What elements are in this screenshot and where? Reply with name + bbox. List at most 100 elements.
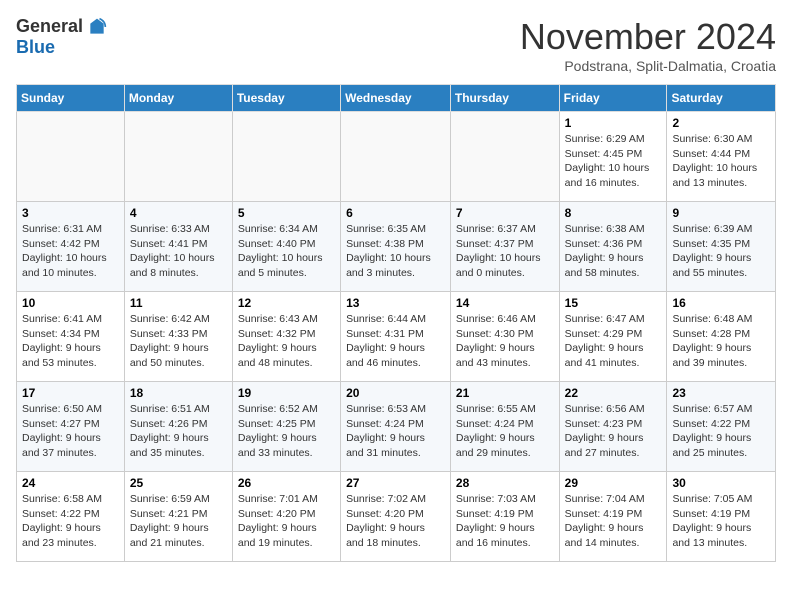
calendar-header-row: SundayMondayTuesdayWednesdayThursdayFrid… [17, 85, 776, 112]
day-number: 23 [672, 386, 770, 400]
calendar-week-row: 1 Sunrise: 6:29 AMSunset: 4:45 PMDaylight… [17, 112, 776, 202]
day-info: Sunrise: 6:47 AMSunset: 4:29 PMDaylight:… [565, 312, 662, 371]
day-number: 3 [22, 206, 119, 220]
calendar-header-friday: Friday [559, 85, 667, 112]
day-number: 20 [346, 386, 445, 400]
day-number: 21 [456, 386, 554, 400]
calendar-week-row: 17Sunrise: 6:50 AMSunset: 4:27 PMDayligh… [17, 382, 776, 472]
day-number: 18 [130, 386, 227, 400]
calendar-cell [17, 112, 125, 202]
day-number: 13 [346, 296, 445, 310]
day-number: 5 [238, 206, 335, 220]
day-info: Sunrise: 6:58 AMSunset: 4:22 PMDaylight:… [22, 492, 119, 551]
day-info: Sunrise: 6:57 AMSunset: 4:22 PMDaylight:… [672, 402, 770, 461]
day-info: Sunrise: 6:39 AMSunset: 4:35 PMDaylight:… [672, 222, 770, 281]
day-info: Sunrise: 6:51 AMSunset: 4:26 PMDaylight:… [130, 402, 227, 461]
calendar-week-row: 3 Sunrise: 6:31 AMSunset: 4:42 PMDaylight… [17, 202, 776, 292]
day-info: Sunrise: 6:37 AMSunset: 4:37 PMDaylight:… [456, 222, 554, 281]
calendar-cell: 7Sunrise: 6:37 AMSunset: 4:37 PMDaylight… [450, 202, 559, 292]
calendar-cell: 26Sunrise: 7:01 AMSunset: 4:20 PMDayligh… [232, 472, 340, 562]
calendar-week-row: 10Sunrise: 6:41 AMSunset: 4:34 PMDayligh… [17, 292, 776, 382]
day-info: Sunrise: 6:52 AMSunset: 4:25 PMDaylight:… [238, 402, 335, 461]
logo-blue-text: Blue [16, 37, 55, 57]
day-info: Sunrise: 6:35 AMSunset: 4:38 PMDaylight:… [346, 222, 445, 281]
calendar-cell: 8Sunrise: 6:38 AMSunset: 4:36 PMDaylight… [559, 202, 667, 292]
calendar-cell: 27 Sunrise: 7:02 AMSunset: 4:20 PMDayligh… [341, 472, 451, 562]
calendar-cell: 10Sunrise: 6:41 AMSunset: 4:34 PMDayligh… [17, 292, 125, 382]
day-info: Sunrise: 6:34 AMSunset: 4:40 PMDaylight:… [238, 222, 335, 281]
day-number: 2 [672, 116, 770, 130]
calendar-cell: 14Sunrise: 6:46 AMSunset: 4:30 PMDayligh… [450, 292, 559, 382]
calendar-cell: 9 Sunrise: 6:39 AMSunset: 4:35 PMDaylight… [667, 202, 776, 292]
location-subtitle: Podstrana, Split-Dalmatia, Croatia [520, 58, 776, 74]
calendar-cell [341, 112, 451, 202]
calendar-cell: 11 Sunrise: 6:42 AMSunset: 4:33 PMDayligh… [124, 292, 232, 382]
calendar-cell [232, 112, 340, 202]
calendar-cell: 30Sunrise: 7:05 AMSunset: 4:19 PMDayligh… [667, 472, 776, 562]
calendar-cell: 22Sunrise: 6:56 AMSunset: 4:23 PMDayligh… [559, 382, 667, 472]
day-number: 4 [130, 206, 227, 220]
logo: General Blue [16, 16, 107, 58]
day-number: 12 [238, 296, 335, 310]
day-info: Sunrise: 7:03 AMSunset: 4:19 PMDaylight:… [456, 492, 554, 551]
day-info: Sunrise: 7:02 AMSunset: 4:20 PMDaylight:… [346, 492, 445, 551]
day-number: 25 [130, 476, 227, 490]
day-number: 19 [238, 386, 335, 400]
day-info: Sunrise: 6:59 AMSunset: 4:21 PMDaylight:… [130, 492, 227, 551]
day-info: Sunrise: 6:53 AMSunset: 4:24 PMDaylight:… [346, 402, 445, 461]
calendar-cell: 25 Sunrise: 6:59 AMSunset: 4:21 PMDayligh… [124, 472, 232, 562]
calendar-cell: 19 Sunrise: 6:52 AMSunset: 4:25 PMDayligh… [232, 382, 340, 472]
calendar-cell: 23 Sunrise: 6:57 AMSunset: 4:22 PMDayligh… [667, 382, 776, 472]
page-header: General Blue November 2024 Podstrana, Sp… [16, 16, 776, 74]
day-info: Sunrise: 6:56 AMSunset: 4:23 PMDaylight:… [565, 402, 662, 461]
day-info: Sunrise: 6:43 AMSunset: 4:32 PMDaylight:… [238, 312, 335, 371]
day-number: 11 [130, 296, 227, 310]
calendar-cell: 21 Sunrise: 6:55 AMSunset: 4:24 PMDayligh… [450, 382, 559, 472]
day-info: Sunrise: 6:42 AMSunset: 4:33 PMDaylight:… [130, 312, 227, 371]
day-info: Sunrise: 6:38 AMSunset: 4:36 PMDaylight:… [565, 222, 662, 281]
day-number: 16 [672, 296, 770, 310]
day-number: 15 [565, 296, 662, 310]
calendar-cell: 16Sunrise: 6:48 AMSunset: 4:28 PMDayligh… [667, 292, 776, 382]
calendar-header-tuesday: Tuesday [232, 85, 340, 112]
calendar-cell: 5 Sunrise: 6:34 AMSunset: 4:40 PMDaylight… [232, 202, 340, 292]
calendar-header-sunday: Sunday [17, 85, 125, 112]
calendar-cell: 28Sunrise: 7:03 AMSunset: 4:19 PMDayligh… [450, 472, 559, 562]
day-number: 24 [22, 476, 119, 490]
calendar-header-monday: Monday [124, 85, 232, 112]
day-info: Sunrise: 6:44 AMSunset: 4:31 PMDaylight:… [346, 312, 445, 371]
day-info: Sunrise: 6:55 AMSunset: 4:24 PMDaylight:… [456, 402, 554, 461]
day-info: Sunrise: 6:31 AMSunset: 4:42 PMDaylight:… [22, 222, 119, 281]
calendar-header-wednesday: Wednesday [341, 85, 451, 112]
logo-general-text: General [16, 16, 83, 37]
calendar-cell: 29 Sunrise: 7:04 AMSunset: 4:19 PMDayligh… [559, 472, 667, 562]
day-info: Sunrise: 6:46 AMSunset: 4:30 PMDaylight:… [456, 312, 554, 371]
calendar-cell: 3 Sunrise: 6:31 AMSunset: 4:42 PMDaylight… [17, 202, 125, 292]
day-info: Sunrise: 7:04 AMSunset: 4:19 PMDaylight:… [565, 492, 662, 551]
calendar-cell: 24 Sunrise: 6:58 AMSunset: 4:22 PMDayligh… [17, 472, 125, 562]
month-title: November 2024 [520, 16, 776, 58]
calendar-cell: 6 Sunrise: 6:35 AMSunset: 4:38 PMDaylight… [341, 202, 451, 292]
day-number: 9 [672, 206, 770, 220]
calendar-body: 1 Sunrise: 6:29 AMSunset: 4:45 PMDaylight… [17, 112, 776, 562]
day-info: Sunrise: 6:30 AMSunset: 4:44 PMDaylight:… [672, 132, 770, 191]
day-info: Sunrise: 6:29 AMSunset: 4:45 PMDaylight:… [565, 132, 662, 191]
day-number: 17 [22, 386, 119, 400]
day-info: Sunrise: 6:41 AMSunset: 4:34 PMDaylight:… [22, 312, 119, 371]
day-number: 27 [346, 476, 445, 490]
calendar-cell: 15 Sunrise: 6:47 AMSunset: 4:29 PMDayligh… [559, 292, 667, 382]
day-info: Sunrise: 6:33 AMSunset: 4:41 PMDaylight:… [130, 222, 227, 281]
day-number: 29 [565, 476, 662, 490]
calendar-cell: 12 Sunrise: 6:43 AMSunset: 4:32 PMDayligh… [232, 292, 340, 382]
calendar-cell: 4 Sunrise: 6:33 AMSunset: 4:41 PMDaylight… [124, 202, 232, 292]
calendar-week-row: 24 Sunrise: 6:58 AMSunset: 4:22 PMDayligh… [17, 472, 776, 562]
calendar-cell: 13 Sunrise: 6:44 AMSunset: 4:31 PMDayligh… [341, 292, 451, 382]
calendar-table: SundayMondayTuesdayWednesdayThursdayFrid… [16, 84, 776, 562]
day-number: 30 [672, 476, 770, 490]
day-info: Sunrise: 7:01 AMSunset: 4:20 PMDaylight:… [238, 492, 335, 551]
calendar-cell: 20 Sunrise: 6:53 AMSunset: 4:24 PMDayligh… [341, 382, 451, 472]
day-number: 1 [565, 116, 662, 130]
calendar-cell: 17Sunrise: 6:50 AMSunset: 4:27 PMDayligh… [17, 382, 125, 472]
day-number: 6 [346, 206, 445, 220]
logo-icon [87, 17, 107, 37]
